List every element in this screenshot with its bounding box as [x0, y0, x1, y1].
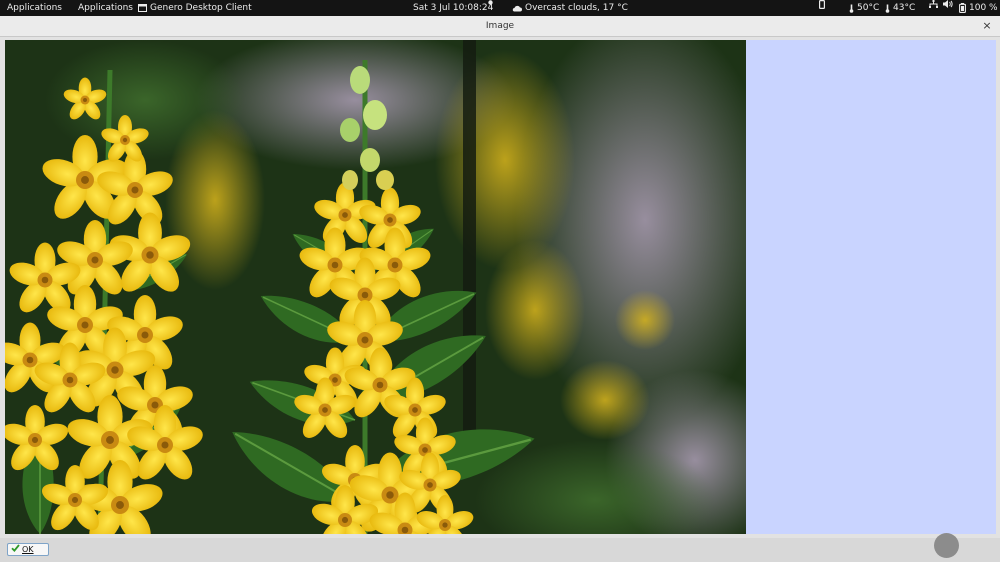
- phone-icon: [819, 0, 825, 9]
- clock-label: Sat 3 Jul 10:08:24: [413, 3, 494, 13]
- weather-label: Overcast clouds, 17 °C: [525, 3, 628, 13]
- network-indicator[interactable]: [929, 0, 938, 8]
- ok-button-label: OK: [22, 545, 34, 554]
- active-app-label: Genero Desktop Client: [150, 3, 252, 13]
- gpu-temperature[interactable]: 43°C: [885, 0, 915, 16]
- activities-label: Applications: [7, 3, 62, 13]
- active-app-indicator[interactable]: Genero Desktop Client: [138, 0, 252, 16]
- thermometer-icon: [849, 4, 854, 13]
- window-title-bar[interactable]: Image ×: [0, 16, 1000, 37]
- side-panel: [746, 40, 996, 534]
- battery-label: 100 %: [969, 3, 998, 13]
- weather-indicator[interactable]: Overcast clouds, 17 °C: [512, 0, 628, 16]
- activities-button[interactable]: Applications: [7, 0, 62, 16]
- battery-indicator[interactable]: 100 %: [959, 0, 998, 16]
- close-icon: ×: [982, 19, 992, 32]
- window-icon: [138, 4, 147, 12]
- checkmark-icon: [11, 543, 20, 556]
- cloud-icon: [512, 5, 522, 12]
- network-icon: [929, 0, 938, 8]
- flower-photo: [5, 40, 746, 534]
- floating-action-circle[interactable]: [934, 533, 959, 558]
- cpu-temperature[interactable]: 50°C: [849, 0, 879, 16]
- gpu-temp-label: 43°C: [893, 3, 916, 13]
- close-button[interactable]: ×: [980, 16, 994, 36]
- window-content: [0, 37, 1000, 538]
- phone-indicator[interactable]: [819, 0, 825, 9]
- thermometer-icon: [885, 4, 890, 13]
- clock[interactable]: Sat 3 Jul 10:08:24: [413, 0, 493, 16]
- cpu-temp-label: 50°C: [857, 3, 880, 13]
- window-title: Image: [485, 21, 515, 31]
- bottom-button-bar: OK: [0, 533, 1000, 562]
- image-viewer: [5, 40, 746, 534]
- volume-indicator[interactable]: [943, 0, 953, 8]
- notification-dot: [488, 0, 493, 5]
- applications-menu[interactable]: Applications: [78, 0, 133, 16]
- applications-menu-label: Applications: [78, 3, 133, 13]
- system-top-bar: Applications Applications Genero Desktop…: [0, 0, 1000, 16]
- battery-icon: [959, 3, 966, 13]
- ok-button[interactable]: OK: [7, 543, 49, 556]
- volume-icon: [943, 0, 953, 8]
